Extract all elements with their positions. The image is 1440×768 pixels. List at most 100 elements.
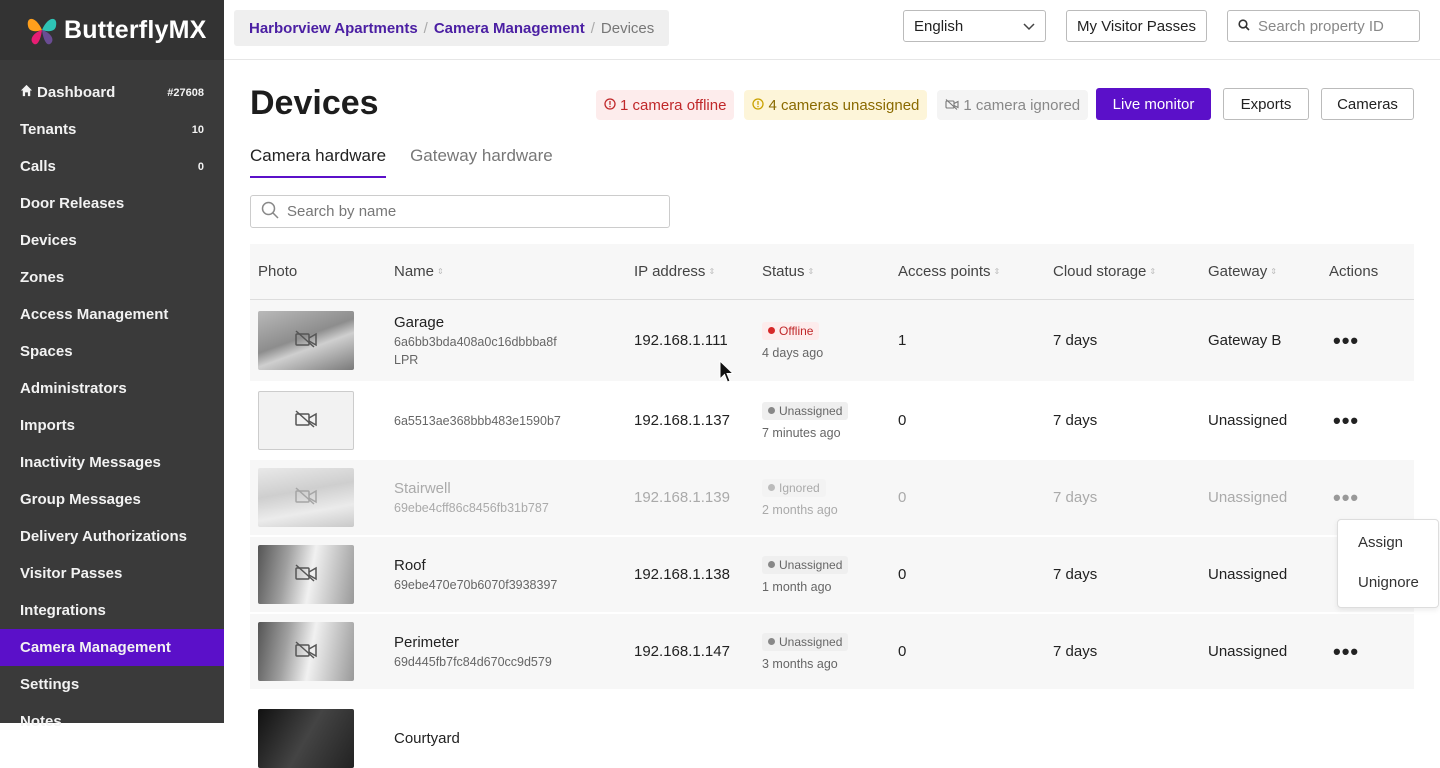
- photo-cell: [250, 391, 394, 450]
- ip-cell: 192.168.1.137: [634, 412, 762, 429]
- header-name[interactable]: Name⇕: [394, 263, 634, 280]
- sidebar-item-label: Integrations: [20, 602, 106, 619]
- my-visitor-passes-button[interactable]: My Visitor Passes: [1066, 10, 1207, 42]
- camera-id: 69ebe4cff86c8456fb31b787: [394, 501, 634, 515]
- camera-off-icon: [294, 564, 318, 586]
- sidebar-item-settings[interactable]: Settings: [0, 666, 224, 703]
- camera-name[interactable]: Roof: [394, 557, 634, 574]
- sidebar-item-door-releases[interactable]: Door Releases: [0, 185, 224, 222]
- header-access-points[interactable]: Access points⇕: [898, 263, 1053, 280]
- camera-thumbnail[interactable]: [258, 468, 354, 527]
- table-row[interactable]: Roof 69ebe470e70b6070f3938397 192.168.1.…: [250, 537, 1414, 614]
- status-time: 1 month ago: [762, 580, 898, 594]
- camera-tag: LPR: [394, 353, 634, 367]
- sidebar-item-spaces[interactable]: Spaces: [0, 333, 224, 370]
- search-icon: [261, 201, 279, 223]
- page-title: Devices: [250, 84, 379, 123]
- sidebar-item-access-management[interactable]: Access Management: [0, 296, 224, 333]
- sidebar-item-label: Imports: [20, 417, 75, 434]
- camera-name[interactable]: Garage: [394, 314, 634, 331]
- search-icon: [1238, 18, 1250, 35]
- more-horizontal-icon[interactable]: •••: [1329, 328, 1414, 354]
- name-cell: 6a5513ae368bbb483e1590b7: [394, 414, 634, 428]
- logo[interactable]: ButterflyMX: [0, 0, 224, 60]
- more-horizontal-icon[interactable]: •••: [1329, 485, 1414, 511]
- sidebar-item-label: Delivery Authorizations: [20, 528, 187, 545]
- sidebar-item-devices[interactable]: Devices: [0, 222, 224, 259]
- table-row[interactable]: 6a5513ae368bbb483e1590b7 192.168.1.137 U…: [250, 383, 1414, 460]
- breadcrumb-property[interactable]: Harborview Apartments: [249, 20, 418, 37]
- table-row[interactable]: Stairwell 69ebe4cff86c8456fb31b787 192.1…: [250, 460, 1414, 537]
- sidebar-item-zones[interactable]: Zones: [0, 259, 224, 296]
- ip-cell: 192.168.1.111: [634, 332, 762, 349]
- exports-button[interactable]: Exports: [1223, 88, 1309, 120]
- status-time: 7 minutes ago: [762, 426, 898, 440]
- property-search-placeholder: Search property ID: [1258, 18, 1384, 35]
- offline-pill[interactable]: 1 camera offline: [596, 90, 734, 120]
- table-row[interactable]: Garage 6a6bb3bda408a0c16dbbba8f LPR 192.…: [250, 300, 1414, 383]
- mouse-cursor-icon: [719, 360, 735, 384]
- header-cloud-storage[interactable]: Cloud storage⇕: [1053, 263, 1208, 280]
- breadcrumb-current: Devices: [601, 20, 654, 37]
- camera-thumbnail[interactable]: [258, 311, 354, 370]
- language-select[interactable]: English: [903, 10, 1046, 42]
- sidebar-item-visitor-passes[interactable]: Visitor Passes: [0, 555, 224, 592]
- sidebar-item-calls[interactable]: Calls 0: [0, 148, 224, 185]
- sidebar-item-delivery-authorizations[interactable]: Delivery Authorizations: [0, 518, 224, 555]
- offline-pill-label: 1 camera offline: [620, 97, 726, 114]
- sidebar-item-tenants[interactable]: Tenants 10: [0, 111, 224, 148]
- camera-thumbnail[interactable]: [258, 545, 354, 604]
- breadcrumb: Harborview Apartments / Camera Managemen…: [234, 10, 669, 46]
- tab-camera-hardware[interactable]: Camera hardware: [250, 146, 386, 178]
- name-search-input[interactable]: Search by name: [250, 195, 670, 228]
- photo-cell: [250, 468, 394, 527]
- tab-gateway-hardware[interactable]: Gateway hardware: [410, 146, 553, 178]
- more-horizontal-icon[interactable]: •••: [1329, 639, 1414, 665]
- camera-thumbnail[interactable]: [258, 391, 354, 450]
- status-time: 3 months ago: [762, 657, 898, 671]
- sidebar-item-dashboard[interactable]: Dashboard #27608: [0, 74, 224, 111]
- cloud-storage-cell: 7 days: [1053, 489, 1208, 506]
- header-status[interactable]: Status⇕: [762, 263, 898, 280]
- menu-item-assign[interactable]: Assign: [1338, 534, 1438, 574]
- sidebar-item-camera-management[interactable]: Camera Management: [0, 629, 224, 666]
- sidebar-item-label: Devices: [20, 232, 77, 249]
- sidebar-item-administrators[interactable]: Administrators: [0, 370, 224, 407]
- more-horizontal-icon[interactable]: •••: [1329, 408, 1414, 434]
- header-ip-address[interactable]: IP address⇕: [634, 263, 762, 280]
- name-cell: Garage 6a6bb3bda408a0c16dbbba8f LPR: [394, 314, 634, 367]
- header-gateway[interactable]: Gateway⇕: [1208, 263, 1329, 280]
- sidebar-item-label: Inactivity Messages: [20, 454, 161, 471]
- menu-item-unignore[interactable]: Unignore: [1338, 574, 1438, 614]
- sidebar-item-group-messages[interactable]: Group Messages: [0, 481, 224, 518]
- property-search-input[interactable]: Search property ID: [1227, 10, 1420, 42]
- sidebar-item-integrations[interactable]: Integrations: [0, 592, 224, 629]
- live-monitor-button[interactable]: Live monitor: [1096, 88, 1211, 120]
- cameras-button[interactable]: Cameras: [1321, 88, 1414, 120]
- breadcrumb-separator: /: [591, 20, 595, 37]
- ignored-pill[interactable]: 1 camera ignored: [937, 90, 1088, 120]
- cloud-storage-cell: 7 days: [1053, 643, 1208, 660]
- unassigned-pill[interactable]: 4 cameras unassigned: [744, 90, 927, 120]
- camera-thumbnail[interactable]: [258, 709, 354, 768]
- breadcrumb-separator: /: [424, 20, 428, 37]
- chevron-down-icon: [1023, 18, 1035, 35]
- table-row[interactable]: Courtyard: [250, 691, 1414, 768]
- sidebar-item-label: Zones: [20, 269, 64, 286]
- camera-name[interactable]: Perimeter: [394, 634, 634, 651]
- cloud-storage-cell: 7 days: [1053, 566, 1208, 583]
- sidebar-nav: Dashboard #27608 Tenants 10 Calls 0 Door…: [0, 60, 224, 740]
- sidebar-item-imports[interactable]: Imports: [0, 407, 224, 444]
- sidebar-item-label: Visitor Passes: [20, 565, 122, 582]
- camera-name[interactable]: Stairwell: [394, 480, 634, 497]
- camera-thumbnail[interactable]: [258, 622, 354, 681]
- camera-id: 6a5513ae368bbb483e1590b7: [394, 414, 634, 428]
- table-row[interactable]: Perimeter 69d445fb7fc84d670cc9d579 192.1…: [250, 614, 1414, 691]
- sidebar-item-inactivity-messages[interactable]: Inactivity Messages: [0, 444, 224, 481]
- sidebar-item-notes[interactable]: Notes: [0, 703, 224, 740]
- ip-cell: 192.168.1.147: [634, 643, 762, 660]
- ip-cell: 192.168.1.138: [634, 566, 762, 583]
- camera-name[interactable]: Courtyard: [394, 730, 634, 747]
- breadcrumb-camera-management[interactable]: Camera Management: [434, 20, 585, 37]
- sidebar-item-label: Notes: [20, 713, 62, 730]
